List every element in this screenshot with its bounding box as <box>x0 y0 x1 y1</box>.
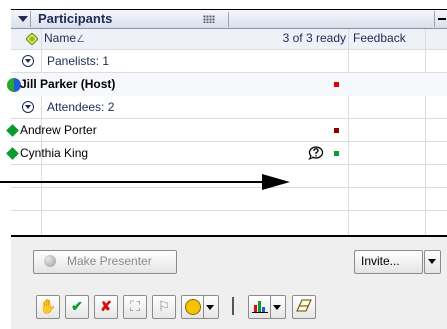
chevron-down-icon <box>428 259 436 264</box>
group-row-panelists[interactable]: Panelists: 1 <box>11 50 447 73</box>
collapse-triangle-icon <box>18 16 28 22</box>
hand-icon: ✋ <box>39 298 57 314</box>
participant-name: Jill Parker (Host) <box>20 77 116 91</box>
all-participants-icon <box>25 32 39 46</box>
make-presenter-label: Make Presenter <box>67 254 152 268</box>
attendee-diamond-icon <box>6 147 19 160</box>
participant-name: Cynthia King <box>20 146 89 160</box>
slower-button[interactable]: ⛶ <box>123 295 147 319</box>
column-name[interactable]: Name∠ <box>44 29 85 49</box>
sort-indicator-icon: ∠ <box>76 34 85 45</box>
participants-list: Name∠ 3 of 3 ready Feedback Panelists: 1… <box>6 29 447 235</box>
invite-button[interactable]: Invite... <box>354 250 423 274</box>
group-label-attendees: Attendees: 2 <box>47 100 115 114</box>
feedback-no-button[interactable]: ✘ <box>94 295 118 319</box>
status-indicator-icon <box>334 151 339 156</box>
x-mark-icon: ✘ <box>100 298 112 314</box>
emoticon-dropdown-button[interactable] <box>203 295 219 319</box>
make-presenter-button[interactable]: Make Presenter <box>33 250 177 274</box>
column-feedback[interactable]: Feedback <box>353 29 406 48</box>
participant-name: Andrew Porter <box>20 123 97 137</box>
participant-row[interactable]: Cynthia King <box>6 142 447 165</box>
poll-chart-button[interactable] <box>248 295 272 319</box>
question-bubble-icon <box>308 146 324 161</box>
header-divider <box>228 12 229 27</box>
checkmark-icon: ✔ <box>71 298 83 314</box>
minimize-icon <box>438 18 446 20</box>
column-ready-status[interactable]: 3 of 3 ready <box>239 29 346 48</box>
invite-label: Invite... <box>361 254 400 268</box>
slower-icon: ⛶ <box>130 298 140 314</box>
participants-toolbar: Make Presenter Invite... ✋ ✔ ✘ ⛶ ⚐ <box>11 235 447 329</box>
bar-chart-icon <box>252 301 268 313</box>
grip-icon[interactable] <box>203 15 215 23</box>
host-globe-icon <box>7 78 21 92</box>
panel-title: Participants <box>38 11 113 26</box>
emoticon-button[interactable] <box>181 295 205 319</box>
chevron-down-icon <box>273 305 281 310</box>
collapse-panel-button[interactable] <box>14 11 31 27</box>
presenter-ball-icon <box>44 255 56 267</box>
attendee-diamond-icon <box>6 124 19 137</box>
chevron-down-icon <box>206 305 214 310</box>
status-indicator-icon <box>334 82 339 87</box>
status-indicator-icon <box>334 128 339 133</box>
feedback-yes-button[interactable]: ✔ <box>65 295 89 319</box>
eraser-icon <box>296 299 312 312</box>
faster-button[interactable]: ⚐ <box>152 295 176 319</box>
participants-header: Participants <box>11 9 447 29</box>
group-row-attendees[interactable]: Attendees: 2 <box>11 96 447 119</box>
participant-row[interactable]: Jill Parker (Host) <box>7 73 447 96</box>
raise-hand-button[interactable]: ✋ <box>36 295 60 319</box>
panel-menu-button[interactable] <box>434 11 447 27</box>
column-name-label: Name <box>44 31 77 45</box>
invite-dropdown-button[interactable] <box>424 250 441 274</box>
toolbar-separator <box>232 297 234 315</box>
participant-row[interactable]: Andrew Porter <box>6 119 447 142</box>
expand-group-icon[interactable] <box>22 55 34 67</box>
faster-icon: ⚐ <box>157 298 171 314</box>
callout-arrow-icon <box>0 174 290 190</box>
group-label-panelists: Panelists: 1 <box>47 54 110 68</box>
emoticon-icon <box>185 299 201 315</box>
clear-feedback-button[interactable] <box>292 295 316 319</box>
expand-group-icon[interactable] <box>22 101 34 113</box>
poll-chart-dropdown-button[interactable] <box>270 295 286 319</box>
